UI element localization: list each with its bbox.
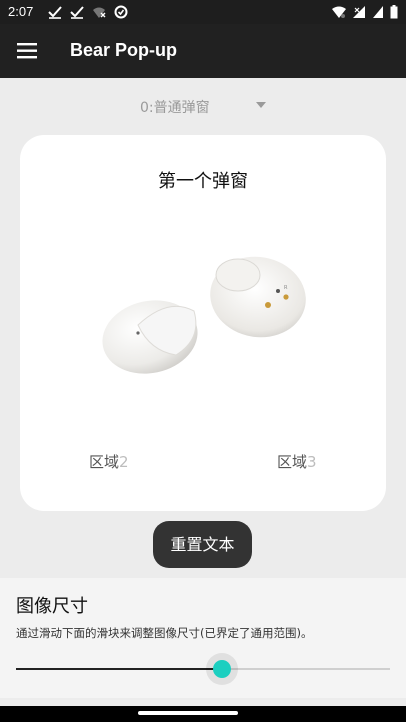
- status-time: 2:07: [8, 4, 34, 19]
- check-icon: [48, 6, 62, 19]
- menu-button[interactable]: [14, 38, 40, 64]
- image-size-panel: 图像尺寸 通过滑动下面的滑块来调整图像尺寸(已界定了通用范围)。: [0, 578, 406, 698]
- status-bar: 2:07: [0, 0, 406, 24]
- chevron-down-icon: [256, 102, 266, 108]
- menu-icon: [17, 43, 37, 59]
- slider-thumb[interactable]: [213, 660, 231, 678]
- signal-icon: [373, 6, 383, 18]
- wifi-off-icon: [93, 7, 106, 18]
- popup-preview-card: 第一个弹窗 R 区域2 区域3: [20, 135, 386, 511]
- signal-x-icon: [353, 6, 365, 18]
- slider-fill: [16, 668, 222, 670]
- navigation-bar: [0, 706, 406, 722]
- image-size-title: 图像尺寸: [16, 596, 88, 617]
- home-handle[interactable]: [138, 711, 238, 715]
- toast-message: 重置文本: [153, 521, 252, 568]
- popup-type-dropdown[interactable]: 0:普通弹窗: [140, 96, 270, 118]
- region-3-label[interactable]: 区域3: [277, 451, 317, 472]
- dropdown-selected-value: 0:普通弹窗: [140, 100, 210, 116]
- image-size-description: 通过滑动下面的滑块来调整图像尺寸(已界定了通用范围)。: [16, 626, 313, 640]
- app-title: Bear Pop-up: [70, 40, 178, 60]
- app-bar: Bear Pop-up: [0, 24, 406, 78]
- wifi-icon: [332, 6, 346, 18]
- earbuds-image: R: [102, 256, 306, 374]
- battery-icon: [390, 5, 398, 19]
- data-saver-icon: [114, 5, 128, 19]
- image-size-slider[interactable]: [16, 653, 390, 685]
- check-icon: [70, 6, 84, 19]
- svg-text:R: R: [284, 285, 288, 291]
- popup-title[interactable]: 第一个弹窗: [20, 167, 386, 193]
- region-2-label[interactable]: 区域2: [89, 451, 129, 472]
